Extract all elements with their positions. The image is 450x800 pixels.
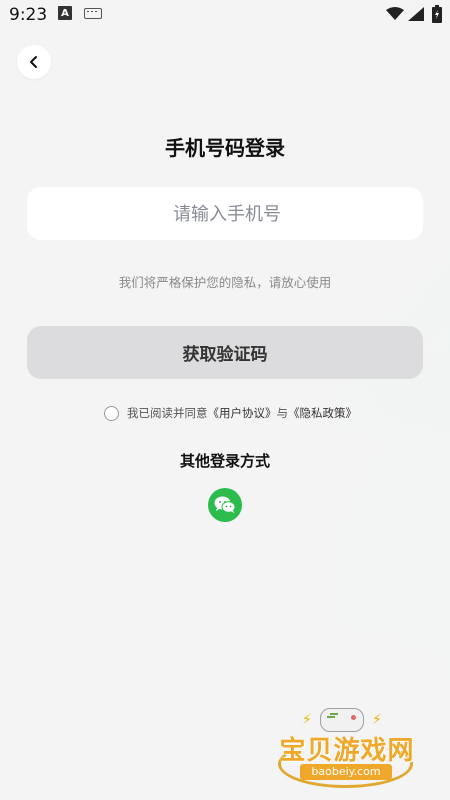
wifi-icon (386, 7, 404, 20)
accessibility-a-icon: A (58, 6, 72, 20)
back-button[interactable] (17, 45, 51, 79)
page-title: 手机号码登录 (165, 136, 285, 160)
gamepad-icon (320, 708, 364, 732)
phone-input-container (27, 187, 427, 242)
lightning-icon: ⚡ (302, 712, 312, 728)
agreement-row: 我已阅读并同意 《用户协议》 与 《隐私政策》 (104, 404, 357, 422)
status-bar: 9:23 A (0, 0, 450, 30)
other-login-title: 其他登录方式 (179, 452, 270, 470)
watermark-url: baobeiy.com (300, 764, 392, 780)
privacy-policy-link[interactable]: 《隐私政策》 (288, 405, 357, 421)
status-time: 9:23 (9, 5, 48, 25)
agreement-and: 与 (276, 406, 289, 420)
wechat-icon (214, 496, 236, 513)
battery-icon (432, 5, 442, 23)
agreement-prefix: 我已阅读并同意 (127, 406, 208, 420)
back-arrow-icon (30, 56, 37, 68)
privacy-tip: 我们将严格保护您的隐私，请放心使用 (118, 275, 332, 290)
wechat-login-button[interactable] (208, 488, 242, 522)
phone-input[interactable] (27, 187, 427, 242)
watermark-logo: ⚡ ⚡ 宝贝游戏网 baobeiy.com (272, 700, 422, 795)
keyboard-icon (84, 8, 102, 19)
signal-icon (408, 7, 424, 21)
get-code-button[interactable]: 获取验证码 (27, 326, 423, 379)
watermark-text: 宝贝游戏网 (279, 736, 415, 766)
lightning-icon: ⚡ (372, 712, 382, 728)
agreement-checkbox[interactable] (104, 405, 119, 421)
user-agreement-link[interactable]: 《用户协议》 (208, 405, 277, 421)
background (0, 0, 450, 800)
